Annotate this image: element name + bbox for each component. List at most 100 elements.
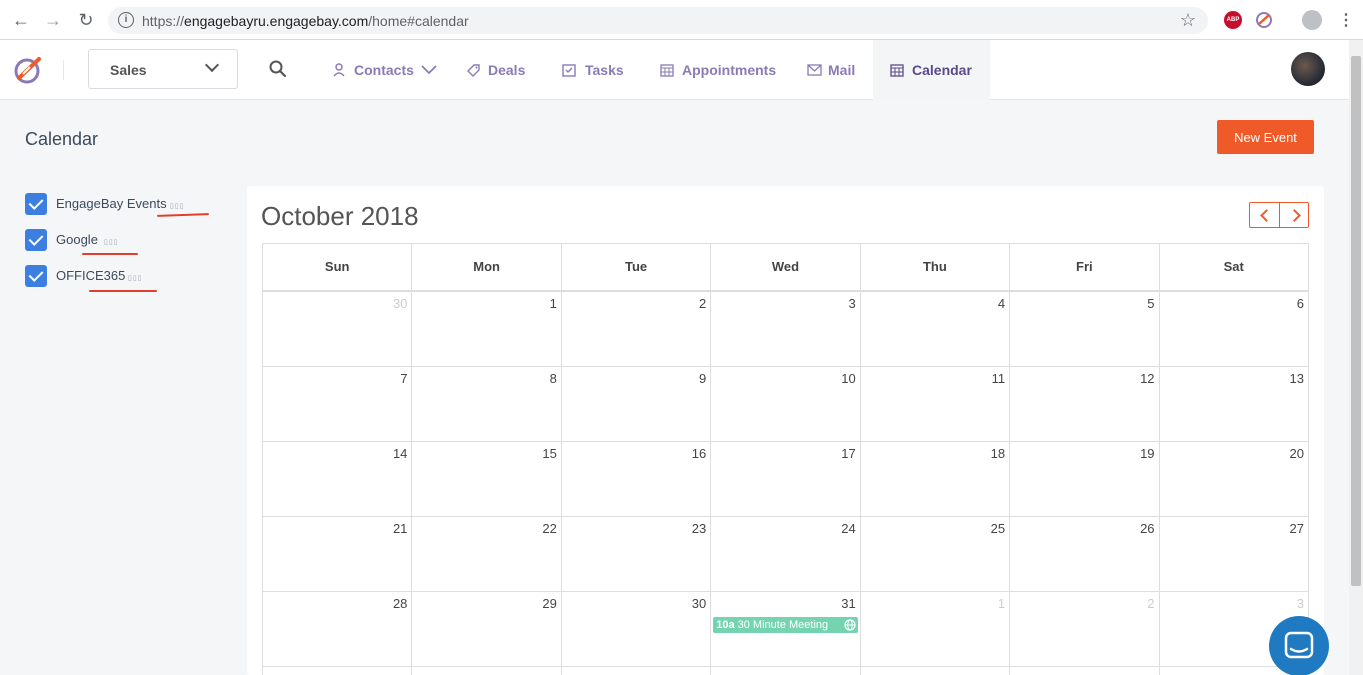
day-number: 22 [542,521,557,536]
calendar-event[interactable]: 10a 30 Minute Meeting [713,617,858,633]
back-arrow-icon[interactable]: ← [11,10,31,30]
new-event-button[interactable]: New Event [1217,120,1314,154]
day-cell[interactable]: 25 [861,517,1011,591]
calendar-filter-engagebay[interactable]: EngageBay Events ▯▯▯ [25,193,225,215]
day-cell[interactable]: 1 [861,592,1011,666]
day-number: 13 [1289,371,1304,386]
search-icon[interactable] [269,60,287,78]
day-cell[interactable]: 29 [412,592,562,666]
day-cell[interactable]: 12 [1010,367,1160,441]
scrollbar-thumb[interactable] [1351,56,1361,586]
day-cell[interactable]: 30 [562,592,712,666]
day-cell[interactable]: 2 [562,292,712,366]
checkbox[interactable] [25,265,47,287]
day-cell[interactable]: 15 [412,442,562,516]
day-cell[interactable]: 27 [1160,517,1308,591]
day-cell[interactable]: 24 [711,517,861,591]
scrollbar[interactable] [1349,40,1363,675]
address-bar[interactable]: i https://engagebayru.engagebay.com/home… [108,7,1208,34]
browser-toolbar: ← → ↻ i https://engagebayru.engagebay.co… [0,0,1363,40]
prev-month-button[interactable] [1250,203,1280,227]
chat-widget-button[interactable] [1269,616,1329,675]
bookmark-star-icon[interactable]: ☆ [1180,10,1196,31]
day-cell[interactable]: 17 [711,442,861,516]
more-dots-icon[interactable]: ▯▯▯ [128,274,143,282]
day-cell[interactable] [412,667,562,675]
nav-item-deals[interactable]: Deals [467,40,525,100]
day-cell[interactable]: 23 [562,517,712,591]
chat-icon [1284,631,1314,659]
forward-arrow-icon[interactable]: → [43,10,63,30]
day-cell[interactable]: 11 [861,367,1011,441]
calendar-grid-icon [660,64,674,77]
day-cell[interactable]: 10 [711,367,861,441]
day-cell[interactable]: 22 [412,517,562,591]
module-select[interactable]: Sales [88,49,238,89]
day-cell[interactable]: 30 [263,292,413,366]
info-icon[interactable]: i [118,12,134,28]
calendar-filter-office365[interactable]: OFFICE365 ▯▯▯ [25,265,225,287]
checkbox[interactable] [25,193,47,215]
nav-item-appointments[interactable]: Appointments [660,40,776,100]
task-icon [562,64,576,77]
day-number: 16 [691,446,707,461]
weekday-sun: Sun [263,244,413,290]
nav-item-tasks[interactable]: Tasks [562,40,624,100]
day-cell[interactable] [861,667,1011,675]
day-cell[interactable]: 13 [1160,367,1308,441]
day-number: 29 [542,596,557,611]
nav-item-contacts[interactable]: Contacts [333,40,437,100]
day-cell[interactable] [263,667,413,675]
day-cell[interactable]: 3 [711,292,861,366]
engagebay-extension-icon[interactable] [1255,11,1273,29]
day-number: 2 [699,296,707,311]
day-cell[interactable]: 19 [1010,442,1160,516]
day-number: 1 [997,596,1006,611]
calendar-filter-label: Google [56,232,98,247]
more-dots-icon[interactable]: ▯▯▯ [170,202,185,210]
day-cell[interactable] [1010,667,1160,675]
nav-item-mail[interactable]: Mail [807,40,855,100]
next-month-button[interactable] [1280,203,1310,227]
checkbox[interactable] [25,229,47,251]
month-title: October 2018 [261,201,419,231]
day-cell[interactable]: 18 [861,442,1011,516]
day-cell[interactable]: 2 [1010,592,1160,666]
day-cell[interactable]: 31 10a 30 Minute Meeting [711,592,861,666]
nav-item-label: Calendar [912,62,972,78]
nav-item-label: Tasks [585,62,624,78]
day-cell[interactable]: 5 [1010,292,1160,366]
day-cell[interactable]: 16 [562,442,712,516]
day-cell[interactable]: 14 [263,442,413,516]
event-title: 30 Minute Meeting [737,619,829,631]
day-cell[interactable]: 26 [1010,517,1160,591]
weekday-fri: Fri [1010,244,1160,290]
week-row: 21 22 23 24 25 26 27 [262,517,1309,592]
day-cell[interactable]: 7 [263,367,413,441]
reload-icon[interactable]: ↻ [76,10,96,30]
day-number: 4 [997,296,1006,311]
calendar-filter-google[interactable]: Google ▯▯▯ [25,229,225,251]
adblock-extension-icon[interactable]: ABP [1224,11,1242,29]
calendar-filter-label: OFFICE365 [56,268,126,283]
more-dots-icon[interactable]: ▯▯▯ [104,238,119,246]
day-cell[interactable]: 21 [263,517,413,591]
calendar-panel: October 2018 Sun Mon Tue Wed Thu Fri Sat… [247,186,1324,675]
day-cell[interactable]: 6 [1160,292,1308,366]
nav-item-calendar[interactable]: Calendar [873,40,990,100]
day-cell[interactable]: 28 [263,592,413,666]
day-cell[interactable]: 1 [412,292,562,366]
browser-menu-icon[interactable]: ⋮ [1338,10,1354,30]
day-number: 1 [549,296,557,311]
avatar[interactable] [1291,52,1325,86]
day-cell[interactable] [562,667,712,675]
week-row: 30 1 2 3 4 5 6 [262,292,1309,367]
day-cell[interactable]: 8 [412,367,562,441]
day-number: 31 [841,596,856,611]
day-cell[interactable] [711,667,861,675]
day-cell[interactable]: 20 [1160,442,1308,516]
day-cell[interactable]: 4 [861,292,1011,366]
engagebay-logo-icon[interactable] [12,54,44,86]
profile-icon[interactable] [1302,10,1322,30]
day-cell[interactable]: 9 [562,367,712,441]
